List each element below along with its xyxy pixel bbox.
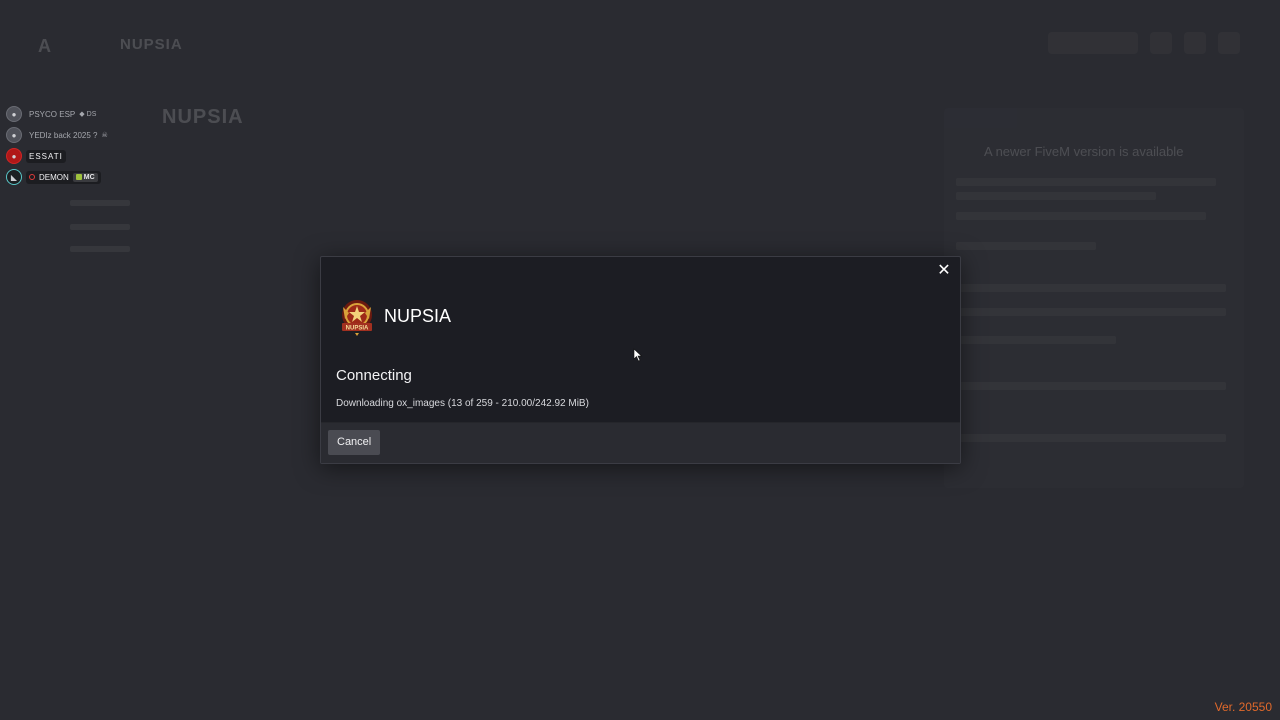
player-list: ● PSYCO ESP ◆ DS ● YEDIz back 2025 ? ☠ ●…: [6, 104, 111, 188]
player-tag-label: DS: [86, 110, 97, 118]
avatar: ●: [6, 127, 22, 143]
background-update-panel: A newer FiveM version is available: [944, 108, 1244, 488]
player-row[interactable]: ● ESSATI: [6, 146, 111, 166]
background-top-controls: [1048, 32, 1240, 54]
background-topbar: A NUPSIA: [0, 0, 1280, 90]
background-line: [956, 308, 1226, 316]
player-name-chip: PSYCO ESP ◆ DS: [26, 108, 99, 121]
background-row: [70, 246, 130, 252]
background-pill: [1150, 32, 1172, 54]
background-row: [70, 200, 130, 206]
avatar: ●: [6, 148, 22, 164]
background-line: [956, 382, 1226, 390]
background-line: [956, 212, 1206, 220]
background-line: [956, 434, 1226, 442]
background-pill: [1218, 32, 1240, 54]
background-line: [956, 284, 1226, 292]
background-pill: [1048, 32, 1138, 54]
background-brand: NUPSIA: [120, 36, 183, 53]
player-row[interactable]: ● PSYCO ESP ◆ DS: [6, 104, 111, 124]
close-icon[interactable]: ✕: [934, 261, 954, 281]
player-name: ESSATI: [29, 151, 63, 161]
background-server-title: NUPSIA: [162, 106, 244, 128]
background-logo: A: [38, 36, 51, 56]
background-panel-title: A newer FiveM version is available: [984, 144, 1184, 159]
background-pill: [1184, 32, 1206, 54]
player-name-chip: ESSATI: [26, 149, 66, 163]
player-tag: ◆ DS: [79, 110, 97, 119]
skull-icon: ☠: [101, 132, 108, 139]
player-name: YEDIz back 2025 ?: [29, 130, 98, 140]
background-line: [956, 242, 1096, 250]
background-line: [956, 192, 1156, 200]
server-name: NUPSIA: [384, 306, 452, 326]
server-logo: NUPSIA: [342, 300, 372, 336]
player-tag-label: MC: [83, 173, 95, 181]
mouse-cursor-icon: [633, 348, 643, 362]
background-line: [956, 178, 1216, 186]
player-name-chip: DEMON MC: [26, 170, 101, 184]
player-tag: MC: [72, 172, 98, 182]
connection-status: Connecting: [336, 367, 412, 384]
background-row: [70, 224, 130, 230]
download-progress-text: Downloading ox_images (13 of 259 - 210.0…: [336, 398, 589, 409]
tag-icon: [75, 174, 82, 180]
player-name: PSYCO ESP: [29, 109, 76, 119]
ring-icon: [29, 174, 35, 180]
logo-text: NUPSIA: [346, 326, 369, 332]
player-row[interactable]: ◣ DEMON MC: [6, 167, 111, 187]
background-line: [956, 336, 1116, 344]
version-label: Ver. 20550: [1214, 700, 1272, 714]
avatar: ◣: [6, 169, 22, 185]
player-name-chip: YEDIz back 2025 ? ☠: [26, 129, 111, 142]
player-row[interactable]: ● YEDIz back 2025 ? ☠: [6, 125, 111, 145]
player-name: DEMON: [39, 172, 69, 182]
dialog-footer: Cancel: [321, 422, 960, 463]
avatar: ●: [6, 106, 22, 122]
cancel-button[interactable]: Cancel: [328, 430, 381, 455]
